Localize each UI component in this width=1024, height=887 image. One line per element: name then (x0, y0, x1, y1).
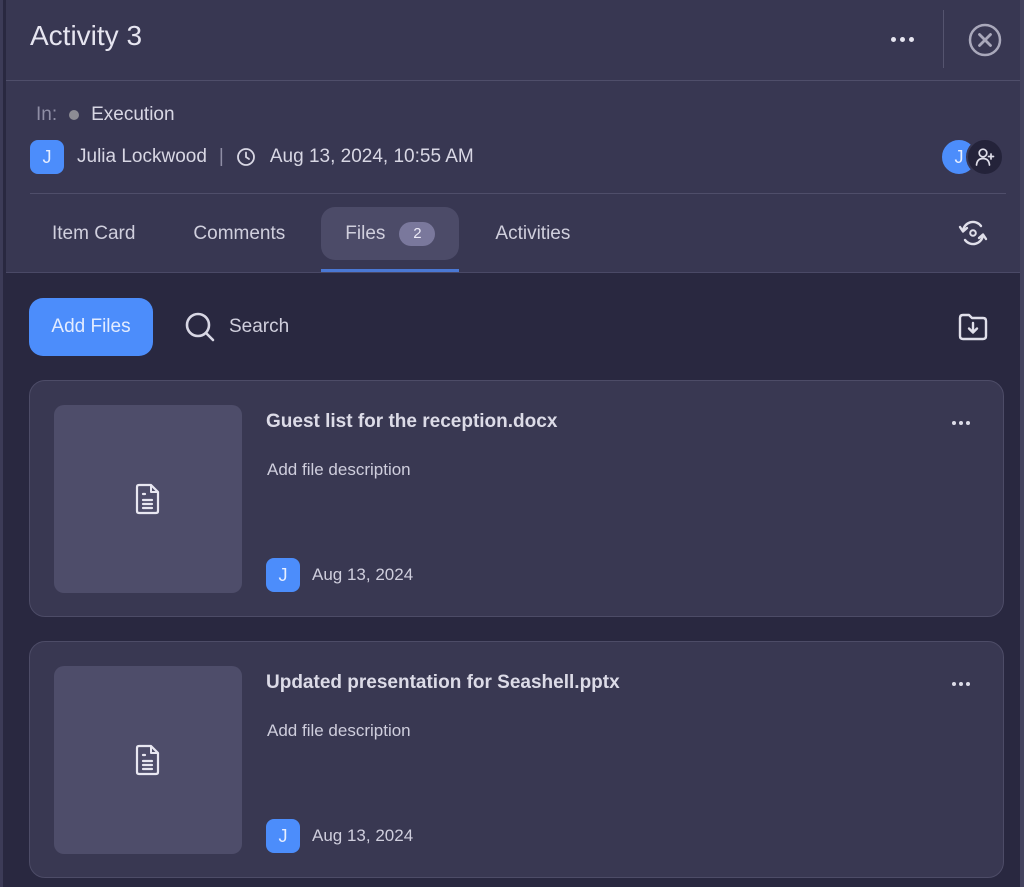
search-label: Search (229, 316, 290, 337)
more-dot (959, 421, 963, 425)
item-meta: J Julia Lockwood | Aug 13, 2024, 10:55 A… (30, 140, 474, 174)
download-all-button[interactable] (955, 309, 991, 345)
meta-divider: | (218, 146, 224, 167)
file-card[interactable]: Updated presentation for Seashell.pptx A… (29, 641, 1004, 878)
sync-icon (958, 220, 988, 246)
search-icon (185, 312, 215, 342)
more-dot (899, 36, 905, 42)
tab-label: Files (345, 222, 386, 244)
more-horizontal-icon (952, 421, 956, 425)
document-icon (135, 744, 160, 776)
file-name[interactable]: Guest list for the reception.docx (266, 411, 557, 433)
more-horizontal-icon (890, 36, 896, 42)
tab-files[interactable]: Files 2 (321, 207, 460, 272)
header-divider (943, 10, 944, 68)
owner-avatar: J (30, 140, 64, 174)
panel-header: Activity 3 In: Execution J Julia Lockwoo… (6, 0, 1023, 273)
file-name[interactable]: Updated presentation for Seashell.pptx (266, 672, 620, 694)
close-button[interactable] (967, 22, 1003, 58)
tab-label: Comments (193, 222, 286, 244)
tabs-separator (30, 193, 1006, 194)
tab-label: Activities (495, 222, 571, 244)
file-card[interactable]: Guest list for the reception.docx Add fi… (29, 380, 1004, 617)
file-description-input[interactable]: Add file description (267, 460, 411, 480)
more-dot (908, 36, 914, 42)
tab-activities[interactable]: Activities (473, 207, 592, 260)
group-location: In: Execution (36, 103, 175, 127)
tab-label: Item Card (52, 222, 136, 244)
in-label: In: (36, 104, 58, 125)
created-timestamp: Aug 13, 2024, 10:55 AM (269, 146, 474, 167)
add-person-icon (975, 148, 995, 166)
owner-name: Julia Lockwood (77, 146, 207, 167)
sync-button[interactable] (956, 216, 990, 250)
more-dot (959, 682, 963, 686)
subscribers: J (940, 138, 1010, 176)
group-name[interactable]: Execution (91, 104, 174, 126)
status-dot-icon (69, 110, 80, 120)
panel-scrollbar[interactable] (1020, 0, 1024, 887)
tab-bar: Item Card Comments Files 2 Activities (30, 207, 606, 273)
more-dot (966, 682, 970, 686)
file-date: Aug 13, 2024 (312, 826, 414, 845)
file-meta: J Aug 13, 2024 (266, 558, 413, 592)
uploader-avatar: J (266, 558, 300, 592)
item-panel: Activity 3 In: Execution J Julia Lockwoo… (0, 0, 1024, 887)
file-options-button[interactable] (942, 670, 980, 698)
clock-icon (236, 148, 255, 166)
page-title: Activity 3 (30, 20, 143, 51)
file-meta: J Aug 13, 2024 (266, 819, 413, 853)
files-count-badge: 2 (399, 221, 436, 246)
file-thumbnail[interactable] (54, 666, 242, 854)
add-files-button[interactable]: Add Files (29, 298, 153, 356)
file-description-input[interactable]: Add file description (267, 721, 411, 741)
more-dot (966, 421, 970, 425)
file-options-button[interactable] (942, 409, 980, 437)
header-separator (6, 80, 1023, 81)
file-thumbnail[interactable] (54, 405, 242, 593)
tab-item-card[interactable]: Item Card (30, 207, 157, 260)
add-subscriber-button[interactable] (966, 138, 1004, 176)
search-input[interactable]: Search (183, 308, 289, 346)
uploader-avatar: J (266, 819, 300, 853)
document-icon (135, 483, 160, 515)
more-horizontal-icon (952, 682, 956, 686)
tab-comments[interactable]: Comments (171, 207, 307, 260)
close-circle-icon (968, 23, 1002, 57)
file-date: Aug 13, 2024 (312, 565, 414, 584)
folder-download-icon (958, 313, 988, 341)
more-options-button[interactable] (878, 22, 926, 56)
